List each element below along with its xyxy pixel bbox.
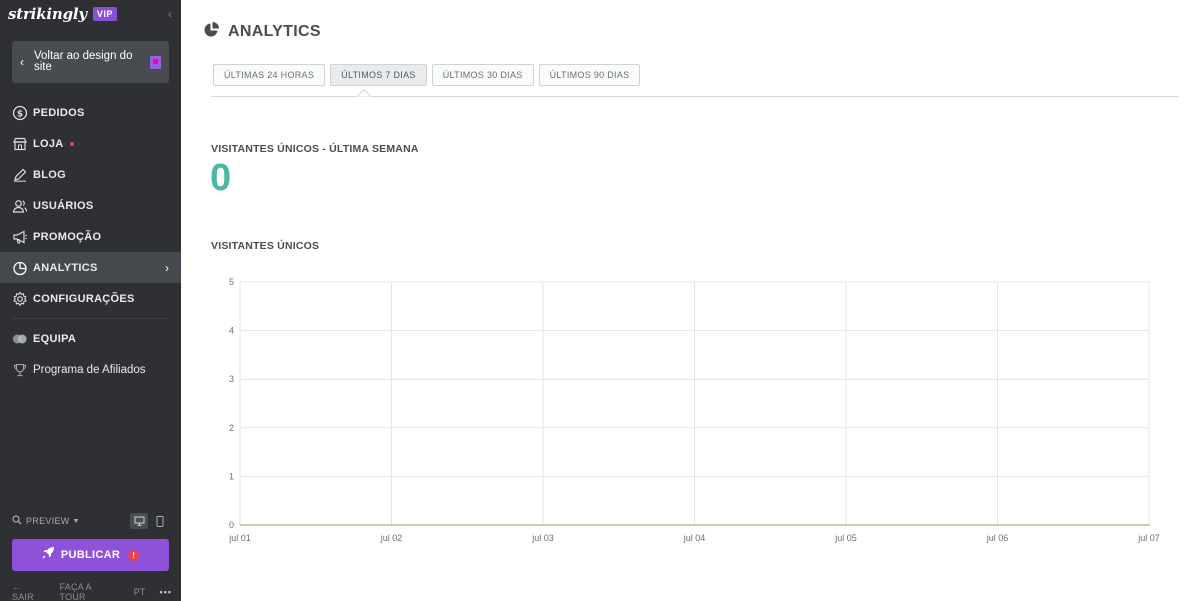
brand-logo: strikingly: [8, 5, 87, 23]
svg-text:$: $: [17, 109, 23, 119]
search-icon: [12, 512, 22, 530]
x-tick-label: jul 06: [986, 533, 1009, 543]
data-point: [1148, 524, 1150, 526]
sidebar-item-label: BLOG: [33, 168, 66, 181]
chevron-right-icon: ›: [165, 260, 169, 275]
y-tick-label: 0: [229, 520, 234, 530]
data-point: [239, 524, 241, 526]
collapse-sidebar-icon[interactable]: ‹: [168, 6, 180, 22]
x-tick-label: jul 07: [1137, 533, 1160, 543]
pie-chart-icon: [12, 260, 28, 276]
publish-label: PUBLICAR: [60, 549, 121, 561]
x-tick-label: jul 04: [683, 533, 706, 543]
preview-controls: PREVIEW ▼: [12, 513, 169, 529]
sidebar-item-usuarios[interactable]: USUÁRIOS: [0, 190, 181, 221]
main-content: ANALYTICS ÚLTIMAS 24 HORAS ÚLTIMOS 7 DIA…: [181, 0, 1200, 601]
sidebar-item-loja[interactable]: LOJA: [0, 128, 181, 159]
x-tick-label: jul 02: [380, 533, 403, 543]
data-point: [693, 524, 696, 526]
data-point: [845, 524, 847, 526]
sidebar-item-label: ANALYTICS: [33, 261, 98, 274]
vip-badge: VIP: [92, 7, 117, 21]
sidebar-item-analytics[interactable]: ANALYTICS ›: [0, 252, 181, 283]
sidebar-item-promocao[interactable]: PROMOÇÃO: [0, 221, 181, 252]
sidebar-item-label: EQUIPA: [33, 332, 77, 345]
sidebar-item-configuracoes[interactable]: CONFIGURAÇÕES: [0, 283, 181, 314]
sidebar-footer: ← SAIR FAÇA A TOUR PT •••: [12, 582, 172, 601]
sidebar-nav: $ PEDIDOS LOJA BLOG USUÁRIOS PROMOÇÃO AN…: [0, 97, 181, 385]
desktop-icon: [134, 516, 144, 526]
more-icon[interactable]: •••: [160, 587, 172, 597]
notification-dot: [69, 141, 74, 146]
sidebar-item-label: CONFIGURAÇÕES: [33, 292, 135, 305]
mobile-preview-button[interactable]: [151, 513, 169, 529]
back-to-design-button[interactable]: ‹ Voltar ao design do site: [12, 41, 169, 83]
sidebar-item-label: USUÁRIOS: [33, 199, 94, 212]
tour-link[interactable]: FAÇA A TOUR: [60, 582, 120, 601]
warning-icon: !: [128, 549, 140, 561]
rocket-icon: [42, 546, 55, 564]
nav-divider: [12, 318, 169, 319]
dollar-circle-icon: $: [12, 105, 28, 121]
site-page-icon: [150, 55, 161, 69]
arrow-left-icon: ←: [12, 582, 22, 592]
y-tick-label: 4: [229, 326, 234, 336]
unique-visitors-chart: 0 1 2 3 4 5 jul 01 jul 02 jul 03 jul 04 jul 05 jul …: [228, 277, 1160, 543]
sidebar-item-equipa[interactable]: EQUIPA: [0, 323, 181, 354]
sidebar-item-blog[interactable]: BLOG: [0, 159, 181, 190]
x-tick-label: jul 01: [228, 533, 251, 543]
y-tick-label: 3: [229, 374, 234, 384]
team-icon: [12, 331, 28, 347]
y-tick-label: 1: [229, 471, 234, 481]
megaphone-icon: [12, 229, 28, 245]
language-switch[interactable]: PT: [134, 587, 146, 597]
sidebar-item-afiliados[interactable]: Programa de Afiliados: [0, 354, 181, 385]
publish-button[interactable]: PUBLICAR !: [12, 539, 169, 571]
trophy-icon: [12, 362, 28, 378]
desktop-preview-button[interactable]: [130, 513, 148, 529]
back-to-design-label: Voltar ao design do site: [34, 50, 133, 73]
mobile-icon: [156, 515, 164, 527]
data-point: [390, 524, 393, 526]
logout-label: SAIR: [12, 592, 34, 601]
preview-dropdown[interactable]: PREVIEW: [26, 516, 70, 526]
sidebar-item-label: LOJA: [33, 137, 64, 150]
brand[interactable]: strikingly VIP: [8, 4, 117, 24]
logout-link[interactable]: ← SAIR: [12, 582, 46, 601]
caret-down-icon: ▼: [72, 517, 80, 525]
data-point: [542, 524, 544, 526]
pen-icon: [12, 167, 28, 183]
sidebar-item-label: Programa de Afiliados: [33, 363, 146, 376]
sidebar-item-pedidos[interactable]: $ PEDIDOS: [0, 97, 181, 128]
sidebar-item-label: PROMOÇÃO: [33, 230, 102, 243]
x-tick-label: jul 05: [834, 533, 857, 543]
y-tick-label: 2: [229, 423, 234, 433]
x-tick-label: jul 03: [531, 533, 554, 543]
store-icon: [12, 136, 28, 152]
y-tick-label: 5: [229, 277, 234, 287]
chevron-left-icon: ‹: [20, 55, 24, 69]
sidebar-item-label: PEDIDOS: [33, 106, 85, 119]
data-point: [996, 524, 999, 526]
sidebar: strikingly VIP ‹ ‹ Voltar ao design do s…: [0, 0, 181, 601]
users-icon: [12, 198, 28, 214]
gear-icon: [12, 291, 28, 307]
